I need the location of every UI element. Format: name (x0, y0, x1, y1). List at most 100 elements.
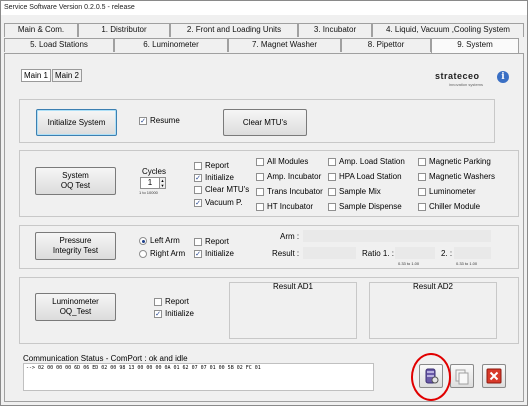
magnetic-parking-checkbox[interactable]: Magnetic Parking (418, 157, 491, 166)
checkbox-box: ✓ (139, 116, 147, 125)
cycles-stepper[interactable]: ▲ ▼ (160, 177, 166, 189)
module-label: Chiller Module (429, 202, 481, 211)
amp-load-station-checkbox[interactable]: Amp. Load Station (328, 157, 405, 166)
arm-label: Arm : (280, 232, 300, 241)
system-oq-test-label: System OQ Test (60, 171, 91, 190)
ht-incubator-checkbox[interactable]: HT Incubator (256, 202, 313, 211)
cycles-input[interactable]: 1 (140, 177, 160, 189)
ratio2-label: 2. : (441, 249, 453, 258)
tab-incubator[interactable]: 3. Incubator (298, 23, 372, 37)
radio-dot (139, 249, 147, 258)
lum-report-label: Report (165, 297, 190, 306)
tab-pipettor[interactable]: 8. Pipettor (341, 38, 431, 52)
tab-system[interactable]: 9. System (431, 38, 519, 53)
tab-distributor[interactable]: 1. Distributor (78, 23, 170, 37)
clear-mtus-button[interactable]: Clear MTU's (223, 109, 307, 136)
checkbox-box (194, 185, 202, 194)
pressure-report-checkbox[interactable]: Report (194, 237, 229, 246)
oq-clear-mtus-checkbox[interactable]: Clear MTU's (194, 185, 249, 194)
checkbox-box (256, 202, 264, 211)
luminometer-oq-test-button[interactable]: Luminometer OQ_Test (35, 293, 116, 321)
checkbox-box: ✓ (154, 309, 162, 318)
oq-report-checkbox[interactable]: Report (194, 161, 229, 170)
close-button[interactable] (482, 364, 506, 388)
result-ad1-box: Result AD1 (229, 282, 357, 339)
arm-field (303, 230, 491, 242)
module-label: Magnetic Parking (429, 157, 491, 166)
tab-luminometer[interactable]: 6. Luminometer (114, 38, 228, 52)
module-label: HT Incubator (267, 202, 314, 211)
ratio1-range: 0.33 to 1.00 (398, 261, 420, 266)
result-field (303, 247, 356, 259)
oq-clear-mtus-label: Clear MTU's (205, 185, 250, 194)
cycles-label: Cycles (142, 167, 167, 176)
subtab-main-2[interactable]: Main 2 (52, 69, 82, 82)
pressure-integrity-test-button[interactable]: Pressure Integrity Test (35, 232, 116, 260)
module-label: All Modules (267, 157, 309, 166)
module-label: Trans Incubator (267, 187, 323, 196)
module-label: Amp. Incubator (267, 172, 322, 181)
resume-checkbox[interactable]: ✓ Resume (139, 116, 180, 125)
checkbox-box (194, 237, 202, 246)
checkbox-box (328, 157, 336, 166)
trans-incubator-checkbox[interactable]: Trans Incubator (256, 187, 323, 196)
highlight-circle (411, 353, 451, 401)
tab-load-stations[interactable]: 5. Load Stations (4, 38, 114, 52)
hpa-load-station-checkbox[interactable]: HPA Load Station (328, 172, 402, 181)
result-ad2-box: Result AD2 (369, 282, 497, 339)
module-label: HPA Load Station (339, 172, 402, 181)
oq-vacuum-label: Vacuum P. (205, 198, 243, 207)
checkbox-box (328, 172, 336, 181)
sample-mix-checkbox[interactable]: Sample Mix (328, 187, 381, 196)
pressure-integrity-label: Pressure Integrity Test (52, 236, 99, 255)
stratec-logo: strateceo (435, 71, 480, 81)
info-icon[interactable]: i (497, 71, 509, 83)
checkbox-box (418, 157, 426, 166)
checkbox-box (256, 172, 264, 181)
oq-vacuum-checkbox[interactable]: ✓ Vacuum P. (194, 198, 243, 207)
tab-liquid-vacuum[interactable]: 4. Liquid, Vacuum ,Cooling System (372, 23, 524, 37)
copy-icon (455, 369, 469, 385)
window-title: Service Software Version 0.2.0.5 - relea… (1, 1, 527, 15)
checkbox-box (418, 187, 426, 196)
cycles-range: 1 to 10000 (139, 190, 158, 195)
main-window: Service Software Version 0.2.0.5 - relea… (0, 0, 528, 406)
chiller-module-checkbox[interactable]: Chiller Module (418, 202, 480, 211)
communication-status: Communication Status - ComPort : ok and … (23, 354, 188, 363)
amp-incubator-checkbox[interactable]: Amp. Incubator (256, 172, 321, 181)
logo-subtitle: innovation systems (449, 82, 484, 87)
tab-front-loading[interactable]: 2. Front and Loading Units (170, 23, 298, 37)
ratio1-label: Ratio 1. : (362, 249, 395, 258)
sample-dispense-checkbox[interactable]: Sample Dispense (328, 202, 402, 211)
subtab-main-1[interactable]: Main 1 (21, 69, 51, 82)
copy-button[interactable] (450, 364, 474, 388)
oq-initialize-label: Initialize (205, 173, 234, 182)
initialize-system-label: Initialize System (47, 117, 106, 127)
right-arm-radio[interactable]: Right Arm (139, 249, 185, 258)
oq-initialize-checkbox[interactable]: ✓ Initialize (194, 173, 234, 182)
magnetic-washers-checkbox[interactable]: Magnetic Washers (418, 172, 495, 181)
pressure-initialize-checkbox[interactable]: ✓ Initialize (194, 249, 234, 258)
left-arm-label: Left Arm (150, 236, 180, 245)
lum-report-checkbox[interactable]: Report (154, 297, 189, 306)
luminometer-oq-label: Luminometer OQ_Test (52, 297, 99, 316)
checkbox-box (256, 157, 264, 166)
left-arm-radio[interactable]: Left Arm (139, 236, 180, 245)
checkbox-box (328, 187, 336, 196)
tab-magnet-washer[interactable]: 7. Magnet Washer (228, 38, 341, 52)
all-modules-checkbox[interactable]: All Modules (256, 157, 308, 166)
module-label: Amp. Load Station (339, 157, 405, 166)
right-arm-label: Right Arm (150, 249, 186, 258)
lum-initialize-checkbox[interactable]: ✓ Initialize (154, 309, 194, 318)
checkbox-box (418, 202, 426, 211)
tab-main-com[interactable]: Main & Com. (4, 23, 78, 37)
checkbox-box (194, 161, 202, 170)
oq-report-label: Report (205, 161, 230, 170)
ratio2-field (454, 247, 491, 259)
luminometer-checkbox[interactable]: Luminometer (418, 187, 476, 196)
initialize-system-button[interactable]: Initialize System (36, 109, 117, 136)
pressure-report-label: Report (205, 237, 230, 246)
result-ad1-title: Result AD1 (272, 282, 314, 291)
ratio1-field (395, 247, 435, 259)
system-oq-test-button[interactable]: System OQ Test (35, 167, 116, 195)
